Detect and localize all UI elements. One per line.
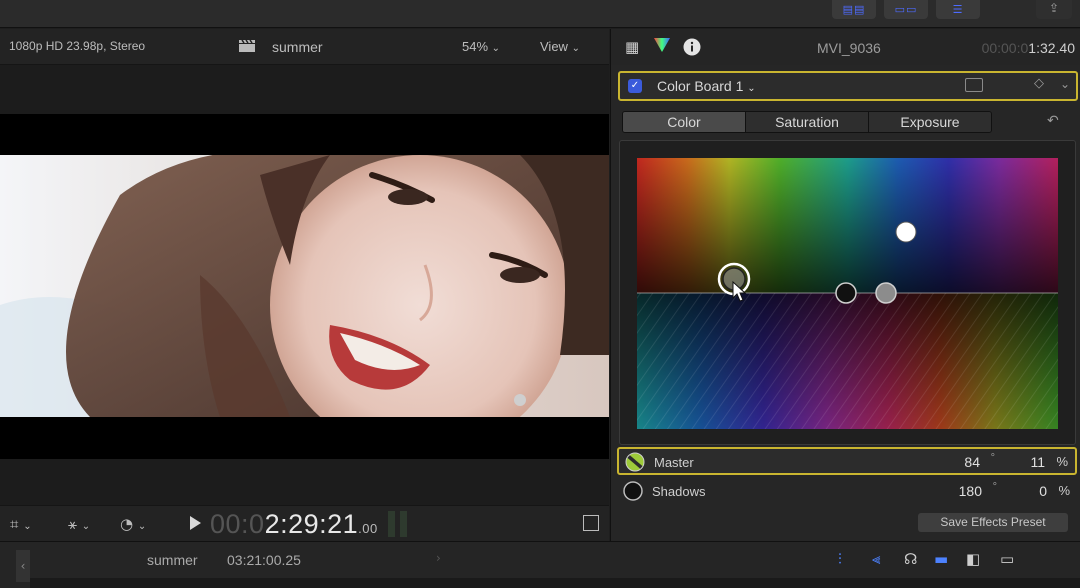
master-row[interactable]: Master 84 ° 11 % bbox=[617, 447, 1077, 475]
timecode-main: 2:29:21 bbox=[264, 509, 359, 539]
timeline-forward-button[interactable]: › bbox=[436, 551, 441, 565]
zoom-value: 54% bbox=[462, 39, 489, 54]
audio-waveform-icon[interactable]: ⫶ bbox=[838, 550, 842, 568]
clip-duration: 00:00:01:32.40 bbox=[982, 40, 1075, 56]
zoom-dropdown[interactable]: 54% ⌄ bbox=[462, 39, 500, 54]
midtones-puck[interactable] bbox=[875, 282, 897, 304]
viewer-footer: ⌗ ⌄ ⚹ ⌄ ◔ ⌄ 00:02:29:21.00 bbox=[0, 505, 609, 541]
fullscreen-icon[interactable] bbox=[583, 515, 599, 531]
timecode-display[interactable]: 00:02:29:21.00 bbox=[210, 509, 378, 540]
clapperboard-icon bbox=[239, 39, 255, 52]
shadows-percent[interactable]: 0 bbox=[1039, 483, 1047, 499]
degree-symbol: ° bbox=[990, 452, 995, 464]
master-label: Master bbox=[654, 455, 694, 470]
view-dropdown[interactable]: View ⌄ bbox=[540, 39, 580, 54]
reset-icon[interactable]: ↶ bbox=[1047, 113, 1059, 129]
timecode-frames: .00 bbox=[358, 521, 378, 536]
enhance-wand-icon[interactable]: ⚹ ⌄ bbox=[68, 515, 90, 533]
color-board-tabs: Color Saturation Exposure bbox=[622, 111, 992, 133]
shadows-puck-icon bbox=[623, 481, 643, 501]
solo-icon[interactable]: ▬ bbox=[934, 550, 948, 568]
viewer[interactable] bbox=[0, 65, 609, 505]
project-name: summer bbox=[272, 39, 323, 55]
chevron-down-icon: ⌄ bbox=[491, 43, 501, 54]
tab-color[interactable]: Color bbox=[623, 112, 746, 132]
video-inspector-icon[interactable]: ▦ bbox=[625, 38, 639, 56]
top-toolbar: ▤▤ ▭▭ ☰ ⇪ bbox=[0, 0, 1080, 28]
timeline-project-name: summer bbox=[147, 552, 198, 568]
crop-icon[interactable]: ⌗ ⌄ bbox=[10, 515, 32, 533]
mask-icon[interactable] bbox=[965, 78, 983, 92]
highlights-puck[interactable] bbox=[895, 221, 917, 243]
headphones-icon[interactable]: ☊ bbox=[904, 550, 917, 568]
timeline-header: ‹ summer 03:21:00.25 › ⫶ ⫷ ☊ ▬ ◧ ▭ bbox=[0, 541, 1080, 588]
timeline-duration: 03:21:00.25 bbox=[227, 552, 301, 568]
percent-symbol: % bbox=[1056, 454, 1068, 469]
master-puck-icon bbox=[625, 452, 645, 472]
clip-duration-dim: 00:00:0 bbox=[981, 40, 1029, 56]
skimming-icon[interactable]: ⫷ bbox=[872, 550, 880, 568]
shadows-label: Shadows bbox=[652, 484, 706, 499]
audio-meter-right bbox=[400, 511, 407, 537]
save-effects-preset-button[interactable]: Save Effects Preset bbox=[918, 513, 1068, 532]
inspector-header: ▦ MVI_9036 00:00:01:32.40 bbox=[611, 29, 1080, 65]
effect-name: Color Board 1 bbox=[657, 78, 744, 94]
effect-enable-checkbox[interactable]: ✓ bbox=[628, 79, 642, 93]
timecode-dim: 00:0 bbox=[210, 509, 265, 539]
info-inspector-icon[interactable] bbox=[683, 38, 701, 60]
master-angle[interactable]: 84 bbox=[964, 454, 980, 470]
chevron-down-icon[interactable]: ⌄ bbox=[1060, 77, 1070, 91]
audio-meter-left bbox=[388, 511, 395, 537]
format-label: 1080p HD 23.98p, Stereo bbox=[9, 39, 146, 53]
snapping-icon[interactable]: ◧ bbox=[966, 550, 980, 568]
share-icon[interactable]: ⇪ bbox=[1036, 0, 1072, 19]
color-board[interactable] bbox=[637, 158, 1058, 429]
shadows-row[interactable]: Shadows 180 ° 0 % bbox=[617, 478, 1077, 506]
shadows-puck[interactable] bbox=[835, 282, 857, 304]
color-inspector-icon[interactable] bbox=[654, 38, 670, 56]
shadows-angle[interactable]: 180 bbox=[959, 483, 982, 499]
timeline-back-button[interactable]: ‹ bbox=[16, 550, 30, 582]
inspector: ▦ MVI_9036 00:00:01:32.40 ✓ Color Board … bbox=[610, 29, 1080, 541]
viewer-header: 1080p HD 23.98p, Stereo summer 54% ⌄ Vie… bbox=[0, 29, 609, 65]
library-panel-icon[interactable]: ▤▤ bbox=[832, 0, 876, 19]
play-button[interactable] bbox=[190, 516, 201, 530]
chevron-down-icon: ⌄ bbox=[571, 43, 580, 54]
clip-name: MVI_9036 bbox=[817, 40, 881, 56]
clip-appearance-icon[interactable]: ▭ bbox=[1000, 550, 1014, 568]
color-board-frame bbox=[619, 140, 1076, 445]
tab-exposure[interactable]: Exposure bbox=[869, 112, 991, 132]
effect-name-dropdown[interactable]: Color Board 1 ⌄ bbox=[657, 78, 756, 94]
inspector-panel-icon[interactable]: ☰ bbox=[936, 0, 980, 19]
master-percent[interactable]: 11 bbox=[1030, 454, 1045, 470]
view-label: View bbox=[540, 39, 568, 54]
clip-duration-main: 1:32.40 bbox=[1028, 40, 1075, 56]
video-frame bbox=[0, 155, 609, 417]
effect-header-row[interactable]: ✓ Color Board 1 ⌄ ◇ ⌄ bbox=[618, 71, 1078, 101]
degree-symbol: ° bbox=[992, 481, 997, 493]
browser-panel-icon[interactable]: ▭▭ bbox=[884, 0, 928, 19]
tab-saturation[interactable]: Saturation bbox=[746, 112, 869, 132]
chevron-down-icon: ⌄ bbox=[747, 83, 756, 94]
timeline-ruler[interactable] bbox=[30, 578, 1080, 588]
percent-symbol: % bbox=[1058, 483, 1070, 498]
keyframe-diamond-icon[interactable]: ◇ bbox=[1034, 76, 1044, 91]
speed-gauge-icon[interactable]: ◔ ⌄ bbox=[120, 515, 146, 533]
